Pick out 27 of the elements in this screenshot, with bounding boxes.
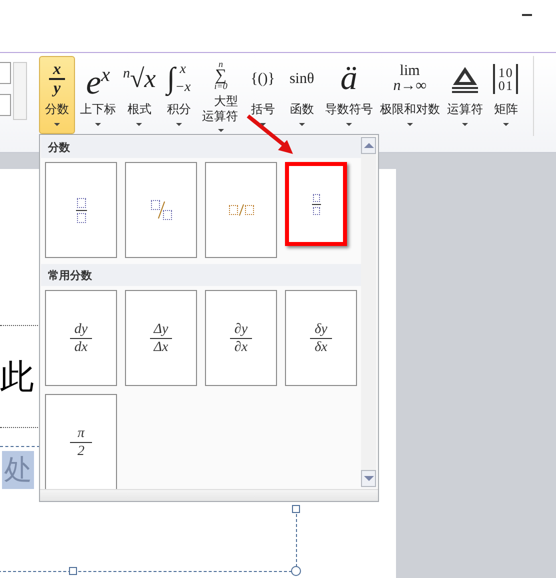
equation-text: 此 — [0, 358, 34, 398]
gallery-field[interactable] — [0, 62, 11, 84]
fraction-option[interactable] — [205, 162, 277, 258]
fraction-option[interactable]: ∂y ∂x — [205, 290, 277, 386]
fraction-option[interactable]: δy δx — [285, 290, 357, 386]
ribbon-button[interactable]: 运算符 — [444, 56, 485, 134]
ribbon-button[interactable]: e$^{x}$ 上下标 — [78, 56, 118, 134]
selected-text: 处 — [2, 451, 34, 489]
fraction-option[interactable] — [285, 162, 347, 246]
ribbon-button[interactable]: $^{n}$√x 根式 — [121, 56, 158, 134]
ribbon-button[interactable]: {()} 括号 — [244, 56, 281, 134]
scrollbar[interactable] — [361, 137, 376, 487]
ribbon-button[interactable]: x y 分数 — [39, 56, 75, 134]
resize-grip[interactable] — [40, 489, 378, 501]
fraction-option[interactable] — [45, 162, 117, 258]
fraction-option[interactable] — [125, 162, 197, 258]
ribbon-button[interactable]: 10 01 矩阵 — [488, 56, 524, 134]
ribbon-button[interactable]: lim n→∞ 极限和对数 — [378, 56, 442, 134]
section-header: 分数 — [41, 136, 361, 158]
fraction-option[interactable]: π 2 — [45, 394, 117, 490]
fraction-option[interactable]: dy dx — [45, 290, 117, 386]
ribbon-button[interactable]: sinθ 函数 — [284, 56, 320, 134]
gallery-scroll-buttons[interactable] — [13, 62, 27, 120]
gallery-field[interactable] — [0, 94, 11, 116]
fraction-option[interactable]: Δy Δx — [125, 290, 197, 386]
ribbon-button[interactable]: ä 导数符号 — [322, 56, 375, 134]
section-header: 常用分数 — [41, 264, 361, 286]
